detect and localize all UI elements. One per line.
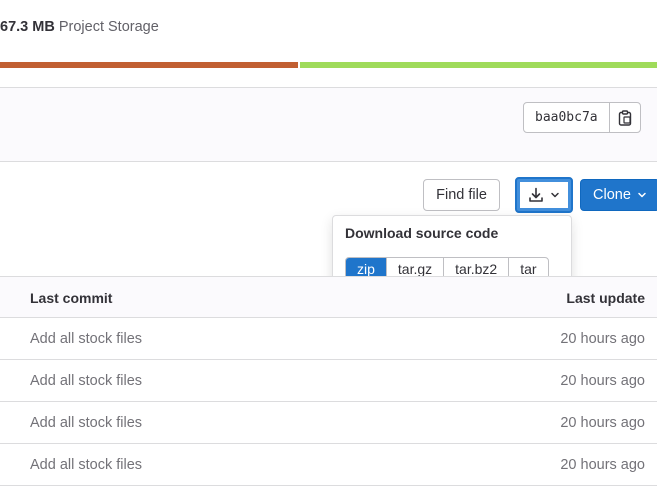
storage-bar-segment-primary	[0, 62, 298, 68]
download-icon	[529, 187, 543, 202]
commit-message-link[interactable]: Add all stock files	[30, 457, 142, 473]
commit-message-link[interactable]: Add all stock files	[30, 331, 142, 347]
last-update-time: 20 hours ago	[560, 331, 645, 347]
storage-bar-segment-secondary	[300, 62, 657, 68]
commit-sha[interactable]: baa0bc7a	[524, 103, 610, 132]
copy-sha-button[interactable]	[610, 103, 640, 132]
commit-message-link[interactable]: Add all stock files	[30, 373, 142, 389]
find-file-button[interactable]: Find file	[423, 179, 500, 211]
commit-sha-group: baa0bc7a	[523, 102, 641, 133]
chevron-down-icon	[551, 192, 559, 198]
table-row: Add all stock files 20 hours ago	[0, 444, 657, 486]
clipboard-icon	[618, 109, 631, 126]
download-source-button[interactable]	[515, 177, 573, 213]
clone-button[interactable]: Clone	[580, 179, 657, 211]
clone-label: Clone	[593, 187, 631, 203]
file-table-header: Last commit Last update	[0, 276, 657, 318]
last-update-time: 20 hours ago	[560, 457, 645, 473]
storage-label: Project Storage	[58, 19, 159, 35]
table-row: Add all stock files 20 hours ago	[0, 360, 657, 402]
column-last-update: Last update	[566, 290, 645, 306]
last-update-time: 20 hours ago	[560, 373, 645, 389]
table-row: Add all stock files 20 hours ago	[0, 318, 657, 360]
column-last-commit: Last commit	[30, 290, 113, 306]
table-row: Add all stock files 20 hours ago	[0, 402, 657, 444]
storage-summary: 67.3 MB Project Storage	[0, 19, 159, 35]
last-update-time: 20 hours ago	[560, 415, 645, 431]
commit-message-link[interactable]: Add all stock files	[30, 415, 142, 431]
chevron-down-icon	[638, 192, 646, 198]
popover-title: Download source code	[345, 225, 499, 241]
storage-size: 67.3 MB	[0, 19, 55, 35]
